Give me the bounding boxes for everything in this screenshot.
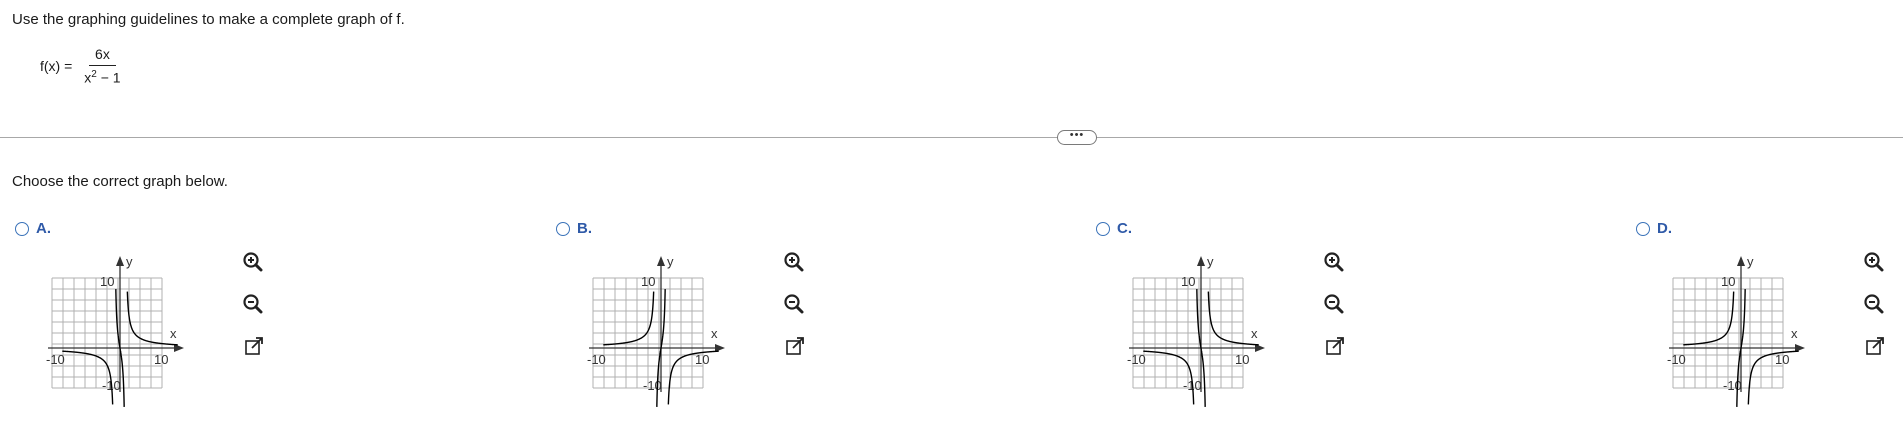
curve-right-branch <box>667 350 719 405</box>
option-b-label: B. <box>577 220 592 237</box>
y-max-label: 10 <box>100 274 114 289</box>
y-axis-label: y <box>667 254 674 269</box>
external-link-icon[interactable] <box>242 334 266 358</box>
x-axis-label: x <box>1791 326 1798 341</box>
instruction-text: Use the graphing guidelines to make a co… <box>12 11 405 28</box>
option-b[interactable]: B. <box>556 220 592 237</box>
option-a[interactable]: A. <box>15 220 51 237</box>
external-link-icon[interactable] <box>783 334 807 358</box>
option-d-label: D. <box>1657 220 1672 237</box>
x-max-label: 10 <box>1235 352 1249 367</box>
zoom-out-icon[interactable] <box>241 292 265 316</box>
option-a-label: A. <box>36 220 51 237</box>
x-axis-label: x <box>1251 326 1258 341</box>
option-d[interactable]: D. <box>1636 220 1672 237</box>
x-min-label: -10 <box>1667 352 1686 367</box>
zoom-in-icon[interactable] <box>241 250 265 274</box>
y-min-label: -10 <box>643 378 662 393</box>
y-axis-arrow <box>657 256 665 266</box>
function-lhs: f(x) = <box>40 57 73 74</box>
x-axis-label: x <box>170 326 177 341</box>
graph-a: yx10-10 10-10 <box>46 254 184 407</box>
numerator: 6x <box>89 46 116 66</box>
x-max-label: 10 <box>1775 352 1789 367</box>
x-max-label: 10 <box>695 352 709 367</box>
option-c[interactable]: C. <box>1096 220 1132 237</box>
fraction: 6x x2 − 1 <box>78 46 126 86</box>
radio-d[interactable] <box>1636 221 1650 236</box>
y-max-label: 10 <box>641 274 655 289</box>
graph-d: yx10-10 10-10 <box>1667 254 1805 407</box>
external-link-icon[interactable] <box>1863 334 1887 358</box>
graph-b: yx10-10 10-10 <box>587 254 725 407</box>
y-max-label: 10 <box>1181 274 1195 289</box>
x-min-label: -10 <box>46 352 65 367</box>
curve-right-branch <box>1747 350 1799 405</box>
option-c-label: C. <box>1117 220 1132 237</box>
x-max-label: 10 <box>154 352 168 367</box>
more-button[interactable]: ••• <box>1057 130 1097 145</box>
x-min-label: -10 <box>1127 352 1146 367</box>
radio-b[interactable] <box>556 221 570 236</box>
y-axis-arrow <box>1737 256 1745 266</box>
denominator-rest: − 1 <box>96 69 121 86</box>
graph-c: yx10-10 10-10 <box>1127 254 1265 407</box>
y-min-label: -10 <box>1723 378 1742 393</box>
zoom-out-icon[interactable] <box>1862 292 1886 316</box>
y-axis-arrow <box>1197 256 1205 266</box>
zoom-in-icon[interactable] <box>1322 250 1346 274</box>
function-formula: f(x) = 6x x2 − 1 <box>40 46 127 86</box>
y-axis-label: y <box>126 254 133 269</box>
zoom-in-icon[interactable] <box>782 250 806 274</box>
radio-a[interactable] <box>15 221 29 236</box>
zoom-in-icon[interactable] <box>1862 250 1886 274</box>
y-max-label: 10 <box>1721 274 1735 289</box>
y-axis-arrow <box>116 256 124 266</box>
prompt-text: Choose the correct graph below. <box>12 173 228 190</box>
x-min-label: -10 <box>587 352 606 367</box>
zoom-out-icon[interactable] <box>1322 292 1346 316</box>
external-link-icon[interactable] <box>1323 334 1347 358</box>
y-axis-label: y <box>1747 254 1754 269</box>
x-axis-label: x <box>711 326 718 341</box>
section-divider <box>0 137 1903 138</box>
radio-c[interactable] <box>1096 221 1110 236</box>
y-axis-label: y <box>1207 254 1214 269</box>
zoom-out-icon[interactable] <box>782 292 806 316</box>
denominator: x2 − 1 <box>78 66 126 86</box>
